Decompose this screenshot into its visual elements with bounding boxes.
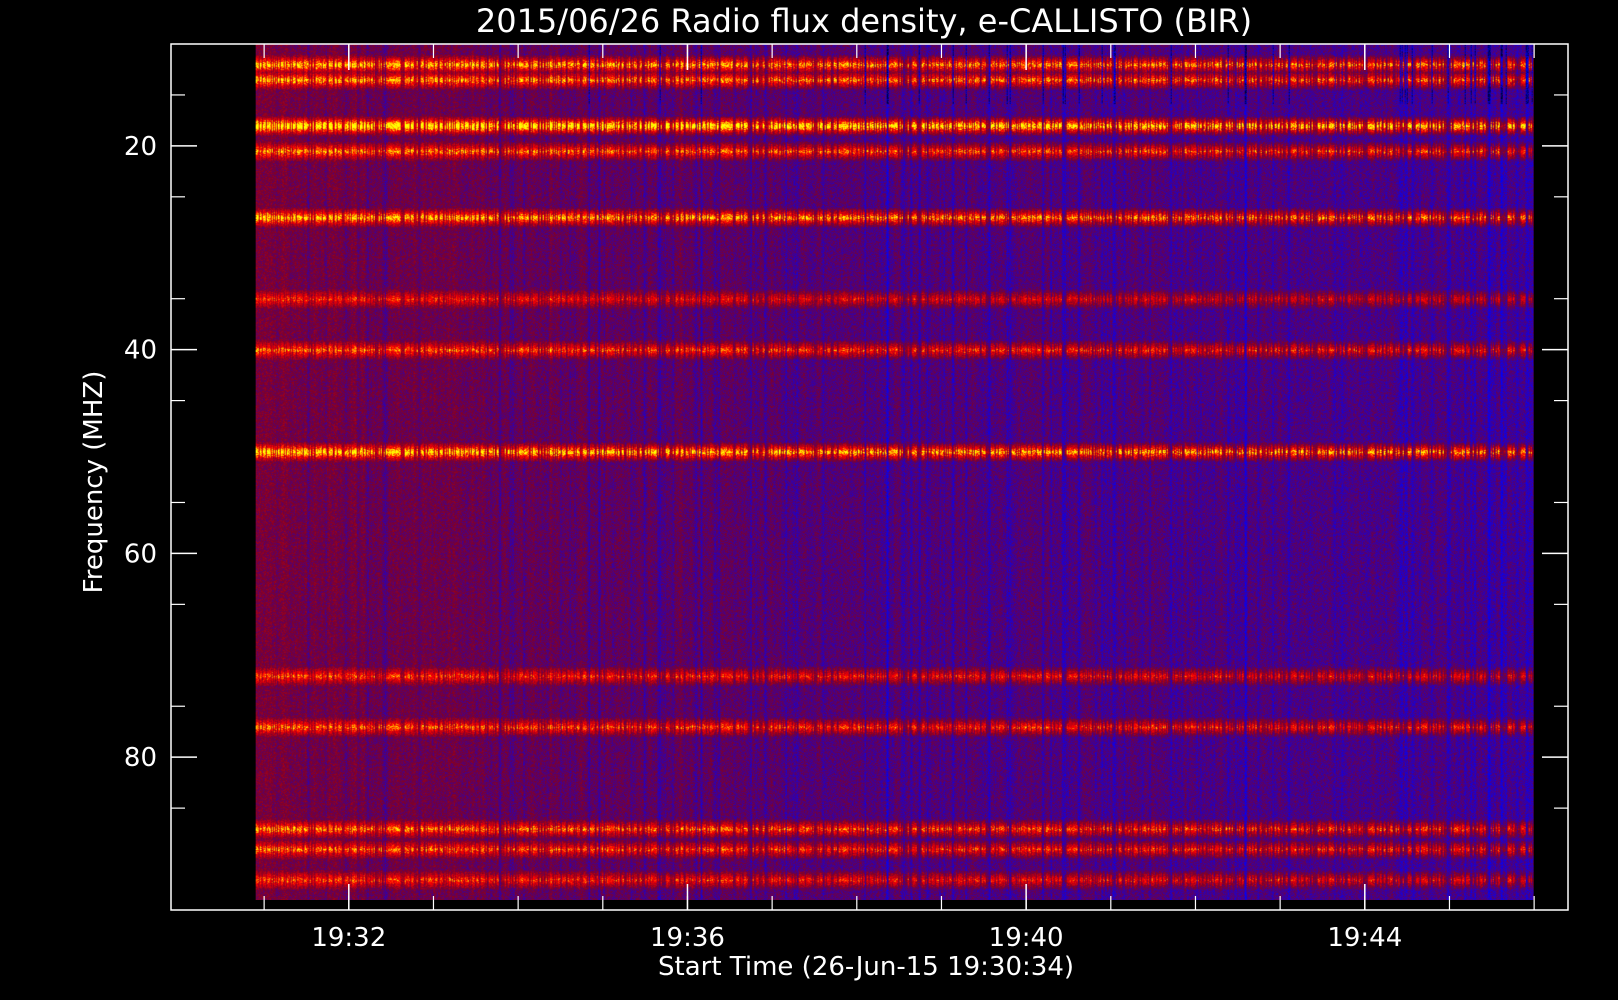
y-tick-label: 20 [124, 132, 157, 162]
spectrogram-chart: 2015/06/26 Radio flux density, e-CALLIST… [0, 0, 1618, 1000]
spectrogram-heatmap [255, 44, 1534, 900]
chart-title: 2015/06/26 Radio flux density, e-CALLIST… [476, 2, 1252, 40]
y-tick-label: 80 [124, 743, 157, 773]
y-tick-label: 60 [124, 539, 157, 569]
y-tick-label: 40 [124, 336, 157, 366]
y-axis-label: Frequency (MHZ) [79, 371, 109, 594]
x-tick-label: 19:40 [989, 923, 1064, 953]
x-tick-label: 19:32 [311, 923, 386, 953]
x-tick-label: 19:36 [650, 923, 725, 953]
x-tick-label: 19:44 [1327, 923, 1402, 953]
x-axis-label: Start Time (26-Jun-15 19:30:34) [658, 952, 1074, 982]
